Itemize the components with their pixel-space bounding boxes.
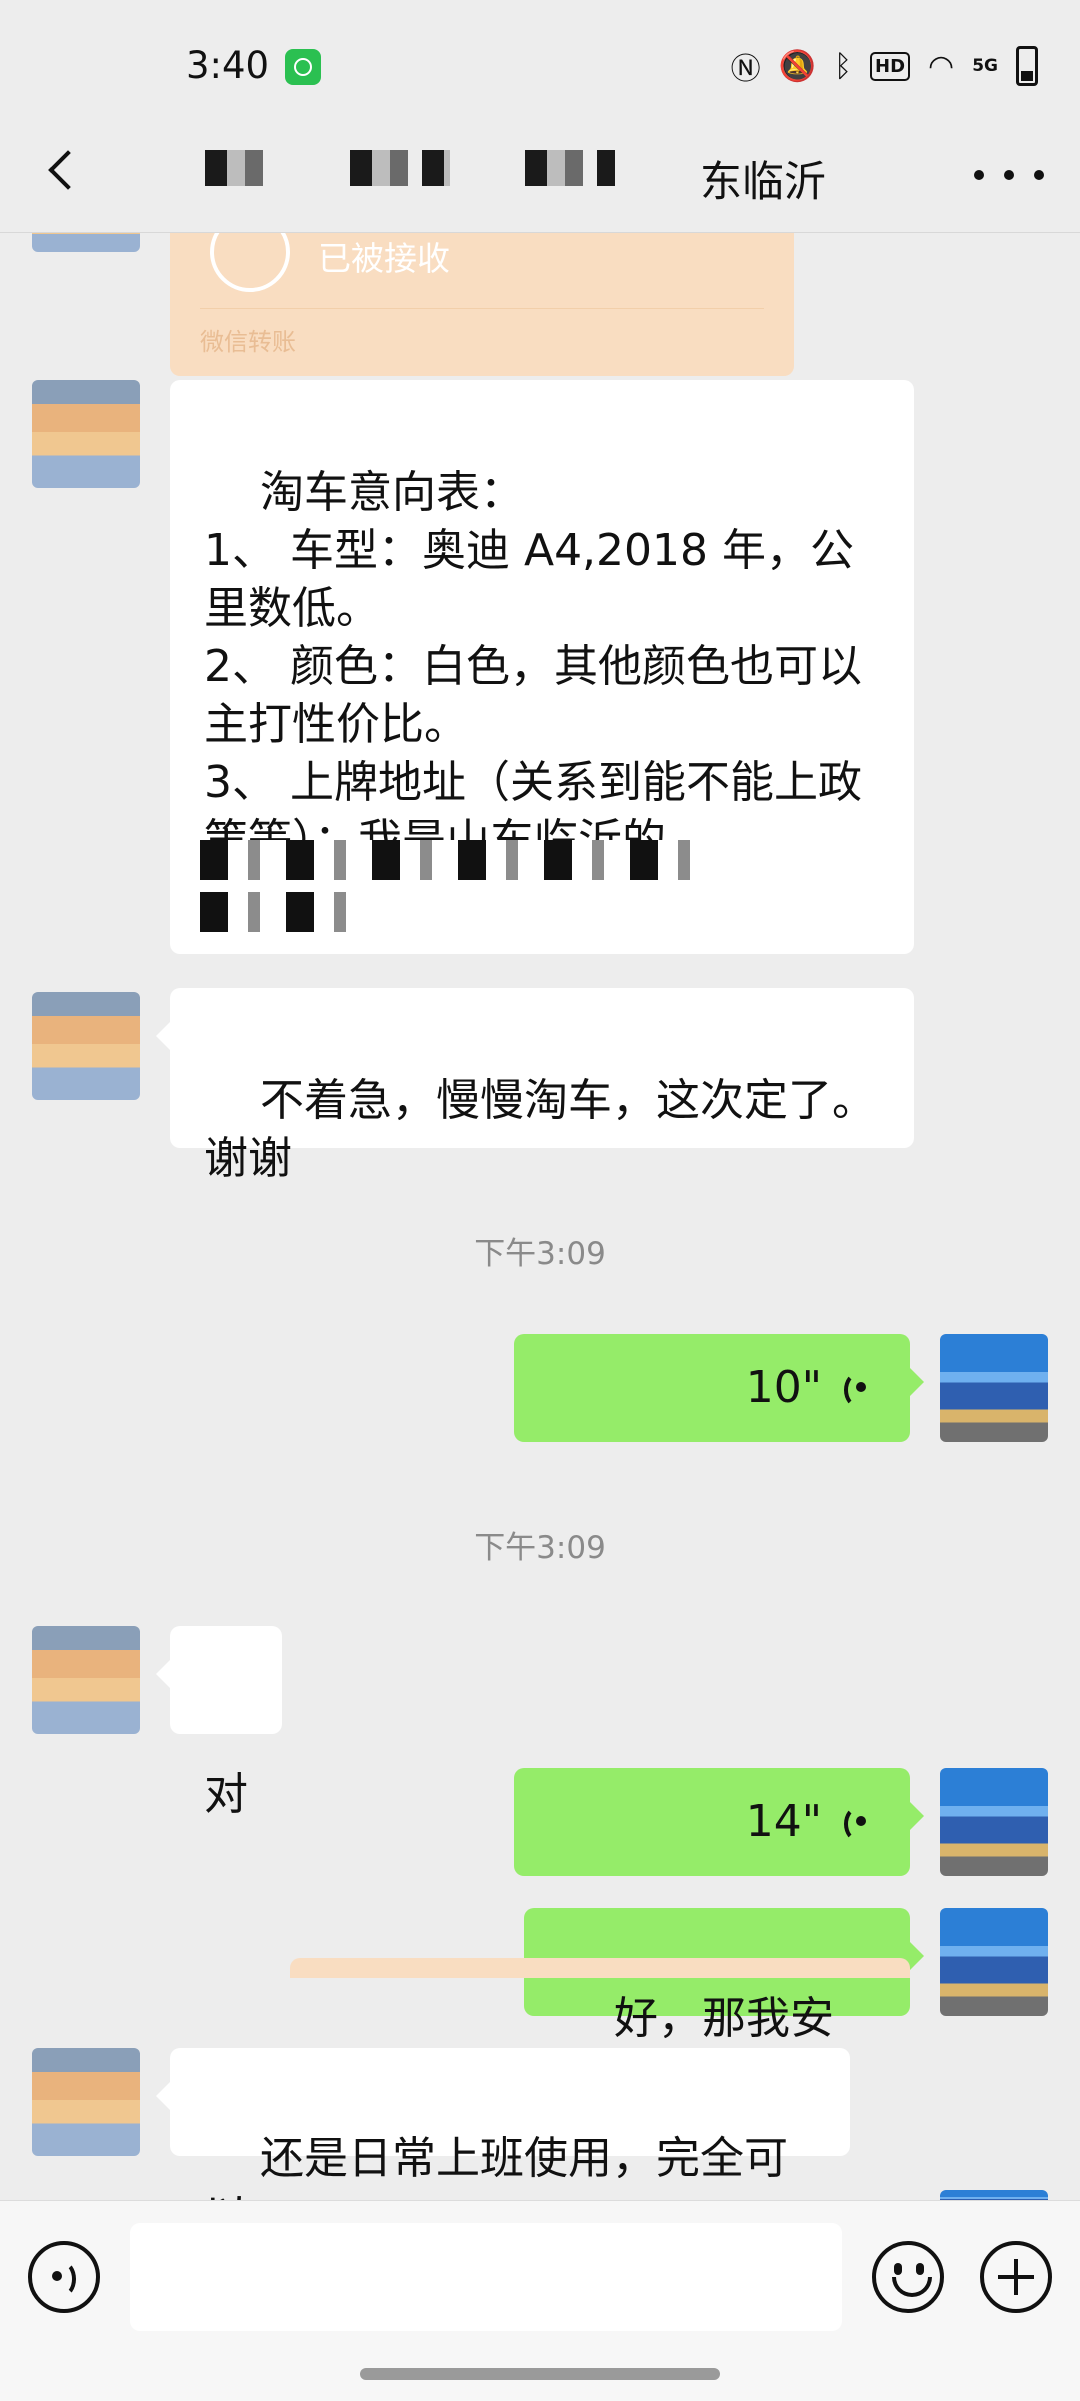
battery-icon — [1016, 46, 1038, 86]
chat-title: 东临沂 — [700, 157, 827, 206]
transfer-card[interactable] — [290, 1958, 910, 1978]
avatar[interactable] — [940, 1334, 1048, 1442]
timestamp: 下午3:09 — [474, 1530, 606, 1566]
home-indicator[interactable] — [360, 2368, 720, 2380]
avatar[interactable] — [32, 992, 140, 1100]
message-text: 对 — [204, 1769, 248, 1820]
status-icons: Ⓝ 🔕 ᛒ HD ◠ 5G — [731, 44, 1038, 88]
emoji-icon[interactable] — [872, 2241, 944, 2313]
voice-input-icon[interactable] — [28, 2241, 100, 2313]
voice-duration: 10" — [745, 1362, 822, 1413]
message-bubble[interactable]: 对 — [156, 1626, 282, 1820]
avatar[interactable] — [32, 1626, 140, 1734]
voice-message[interactable]: 10" — [514, 1334, 924, 1442]
message-text: 还是日常上班使用，完全可以。 — [204, 2133, 788, 2200]
avatar[interactable] — [940, 1768, 1048, 1876]
redacted-title-part — [205, 150, 265, 186]
avatar[interactable] — [32, 2048, 140, 2156]
redacted-title-part — [350, 150, 450, 186]
transfer-card[interactable]: 已被接收 微信转账 — [170, 232, 794, 376]
chat-header: 东临沂 — [0, 120, 1080, 233]
divider — [200, 308, 764, 309]
back-arrow-icon[interactable] — [40, 144, 100, 204]
avatar[interactable] — [940, 1908, 1048, 2016]
status-time: 3:40 — [186, 44, 270, 87]
message-list[interactable]: 已被接收 微信转账 淘车意向表： 1、 车型：奥迪 A4,2018 年，公里数低… — [0, 232, 1080, 2200]
redacted-text — [200, 840, 690, 880]
wifi-icon: ◠ — [928, 48, 955, 84]
avatar[interactable] — [32, 380, 140, 488]
redacted-title-part — [525, 150, 615, 186]
transfer-check-icon — [210, 232, 290, 292]
timestamp: 下午3:09 — [474, 1236, 606, 1272]
redacted-text — [200, 892, 370, 932]
voice-wave-icon — [840, 1802, 876, 1842]
transfer-label: 微信转账 — [200, 328, 296, 356]
app-notification-icon — [285, 49, 321, 85]
transfer-status: 已被接收 — [318, 239, 450, 278]
more-icon[interactable] — [974, 160, 1044, 190]
voice-wave-icon — [840, 1368, 876, 1408]
voice-duration: 14" — [745, 1796, 822, 1847]
hd-icon: HD — [870, 51, 911, 81]
mute-icon: 🔕 — [778, 48, 816, 84]
avatar[interactable] — [940, 2190, 1048, 2200]
message-bubble[interactable]: 不着急，慢慢淘车，这次定了。谢谢 — [156, 988, 914, 1184]
message-text: 不着急，慢慢淘车，这次定了。谢谢 — [204, 1075, 876, 1184]
message-input[interactable] — [130, 2223, 842, 2331]
nfc-icon: Ⓝ — [730, 52, 761, 87]
avatar[interactable] — [32, 232, 140, 252]
status-bar: 3:40 Ⓝ 🔕 ᛒ HD ◠ 5G — [0, 0, 1080, 136]
message-text: 淘车意向表： 1、 车型：奥迪 A4,2018 年，公里数低。 2、 颜色：白色… — [204, 467, 862, 866]
message-bubble[interactable]: 还是日常上班使用，完全可以。 — [156, 2048, 850, 2200]
voice-message[interactable]: 14" — [514, 1768, 924, 1876]
bluetooth-icon: ᛒ — [834, 48, 852, 84]
5g-signal-icon: 5G — [972, 55, 998, 76]
plus-icon[interactable] — [980, 2241, 1052, 2313]
